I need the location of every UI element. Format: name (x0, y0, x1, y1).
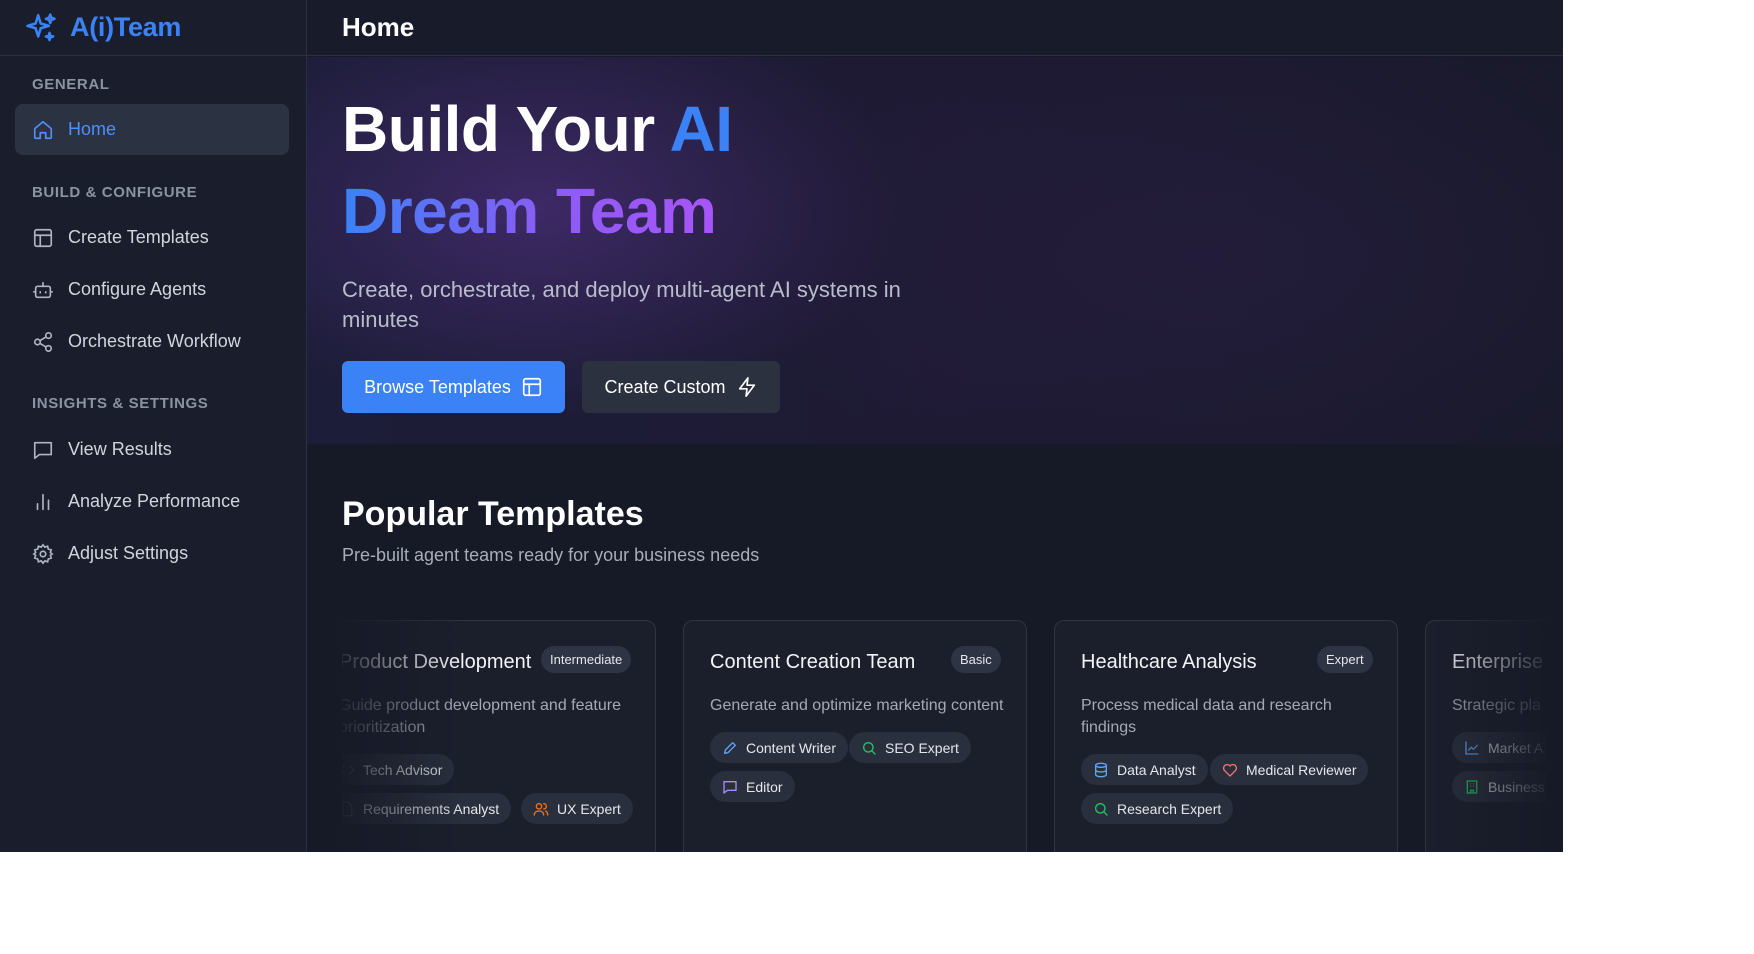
agent-chip: Editor (710, 771, 795, 802)
sparkle-logo-icon (26, 12, 56, 41)
agent-chip: Requirements Analyst (342, 793, 512, 824)
building-icon (1466, 779, 1478, 794)
card-title: Enterprise (1452, 651, 1544, 673)
database-icon (1095, 762, 1107, 777)
file-icon (342, 801, 353, 816)
agent-chip: Business (1452, 771, 1547, 802)
layout-icon (522, 377, 541, 397)
level-badge: Basic (951, 646, 1001, 673)
gear-icon (32, 543, 54, 564)
sidebar-item-label: Adjust Settings (68, 543, 189, 563)
agent-chip: Tech Advisor (342, 754, 455, 785)
sidebar-item-label: Orchestrate Workflow (68, 331, 241, 351)
level-badge: Expert (1317, 646, 1373, 673)
agent-chip-label: Data Analyst (1117, 761, 1196, 778)
card-title: Healthcare Analysis (1081, 651, 1257, 673)
agent-chip-label: Editor (746, 778, 783, 795)
level-badge: Intermediate (541, 646, 632, 673)
agent-chip-label: Tech Advisor (363, 761, 443, 778)
sidebar-item-view-results[interactable]: View Results (15, 424, 289, 475)
browse-templates-label: Browse Templates (364, 376, 511, 397)
layout-icon (33, 228, 53, 247)
agent-chip-label: Research Expert (1117, 800, 1222, 817)
agent-chip-label: Business (1488, 778, 1545, 795)
code-icon (342, 764, 355, 775)
message-icon (723, 780, 737, 794)
section-title-build: BUILD & CONFIGURE (32, 184, 198, 201)
browse-templates-button[interactable]: Browse Templates (342, 361, 565, 413)
agent-chip-label: Medical Reviewer (1246, 761, 1357, 778)
template-card-enterprise[interactable]: Enterprise Strategic pla Market A Busine… (1425, 620, 1547, 852)
home-icon (33, 120, 53, 139)
hero-title-accent: AI (669, 93, 734, 165)
agent-chip: Content Writer (710, 732, 848, 763)
agent-chip-label: UX Expert (557, 800, 621, 817)
sidebar-item-analyze-performance[interactable]: Analyze Performance (15, 476, 289, 527)
hero-section: Build Your AI Dream Team Create, orchest… (307, 57, 1563, 444)
agent-chip-label: Requirements Analyst (363, 800, 500, 817)
heart-icon (1222, 763, 1238, 777)
share-icon (33, 331, 53, 352)
template-card-content-creation[interactable]: Content Creation Team Basic Generate and… (683, 620, 1027, 852)
bot-icon (33, 281, 53, 298)
agent-chip: Medical Reviewer (1210, 754, 1369, 785)
search-icon (863, 741, 876, 755)
app-window: A(i)Team GENERAL Home BUILD & CONFIGURE … (0, 0, 1563, 852)
brand-name: A(i)Team (70, 12, 182, 42)
hero-title-prefix: Build Your (342, 93, 655, 165)
search-icon (1095, 802, 1108, 816)
create-custom-label: Create Custom (604, 376, 726, 397)
card-title: Content Creation Team (710, 651, 916, 673)
sidebar-item-adjust-settings[interactable]: Adjust Settings (15, 528, 289, 579)
card-description: Strategic pla (1452, 697, 1541, 714)
section-title-general: GENERAL (32, 76, 110, 93)
agent-chip-label: Content Writer (746, 739, 836, 756)
agent-chip: UX Expert (521, 793, 633, 824)
agent-chip: Research Expert (1081, 793, 1234, 824)
section-heading: Popular Templates (342, 495, 644, 533)
sidebar-item-home[interactable]: Home (15, 104, 289, 155)
users-icon (533, 802, 549, 816)
hero-subtitle: Create, orchestrate, and deploy multi-ag… (342, 277, 901, 332)
lightning-icon (738, 377, 755, 397)
page-title: Home (342, 12, 415, 42)
template-card-healthcare-analysis[interactable]: Healthcare Analysis Expert Process medic… (1054, 620, 1398, 852)
hero-title-line1: Build Your AI (342, 93, 733, 165)
template-card-product-development[interactable]: Product Development Intermediate Guide p… (342, 620, 656, 852)
pen-icon (724, 741, 736, 754)
top-bar: Home (307, 0, 1563, 56)
main-content: Build Your AI Dream Team Create, orchest… (307, 57, 1563, 852)
hero-title-line2: Dream Team (342, 175, 717, 247)
create-custom-button[interactable]: Create Custom (582, 361, 780, 413)
card-title: Product Development (342, 651, 532, 673)
sidebar-item-label: Configure Agents (68, 279, 207, 299)
sidebar-item-orchestrate-workflow[interactable]: Orchestrate Workflow (15, 316, 289, 367)
agent-chip-label: SEO Expert (885, 739, 959, 756)
card-description: Process medical data and research findin… (1081, 697, 1332, 736)
brand[interactable]: A(i)Team (0, 0, 306, 56)
sidebar-item-label: View Results (68, 439, 172, 459)
agent-chip: SEO Expert (849, 732, 971, 763)
agent-chip: Data Analyst (1081, 754, 1208, 785)
line-chart-icon (1465, 740, 1479, 755)
section-subheading: Pre-built agent teams ready for your bus… (342, 545, 760, 565)
sidebar-item-label: Create Templates (68, 227, 209, 247)
sidebar-item-label: Analyze Performance (68, 491, 241, 511)
bar-chart-icon (36, 493, 50, 510)
sidebar-item-label: Home (68, 119, 117, 139)
sidebar: A(i)Team GENERAL Home BUILD & CONFIGURE … (0, 0, 307, 852)
sidebar-item-create-templates[interactable]: Create Templates (15, 212, 289, 263)
message-icon (33, 441, 53, 459)
card-description: Guide product development and feature pr… (342, 697, 621, 736)
card-description: Generate and optimize marketing content (710, 697, 1004, 714)
agent-chip: Market A (1452, 732, 1547, 763)
sidebar-item-configure-agents[interactable]: Configure Agents (15, 264, 289, 315)
templates-carousel[interactable]: Product Development Intermediate Guide p… (342, 605, 1547, 852)
agent-chip-label: Market A (1488, 739, 1544, 756)
section-title-insights: INSIGHTS & SETTINGS (32, 395, 209, 412)
